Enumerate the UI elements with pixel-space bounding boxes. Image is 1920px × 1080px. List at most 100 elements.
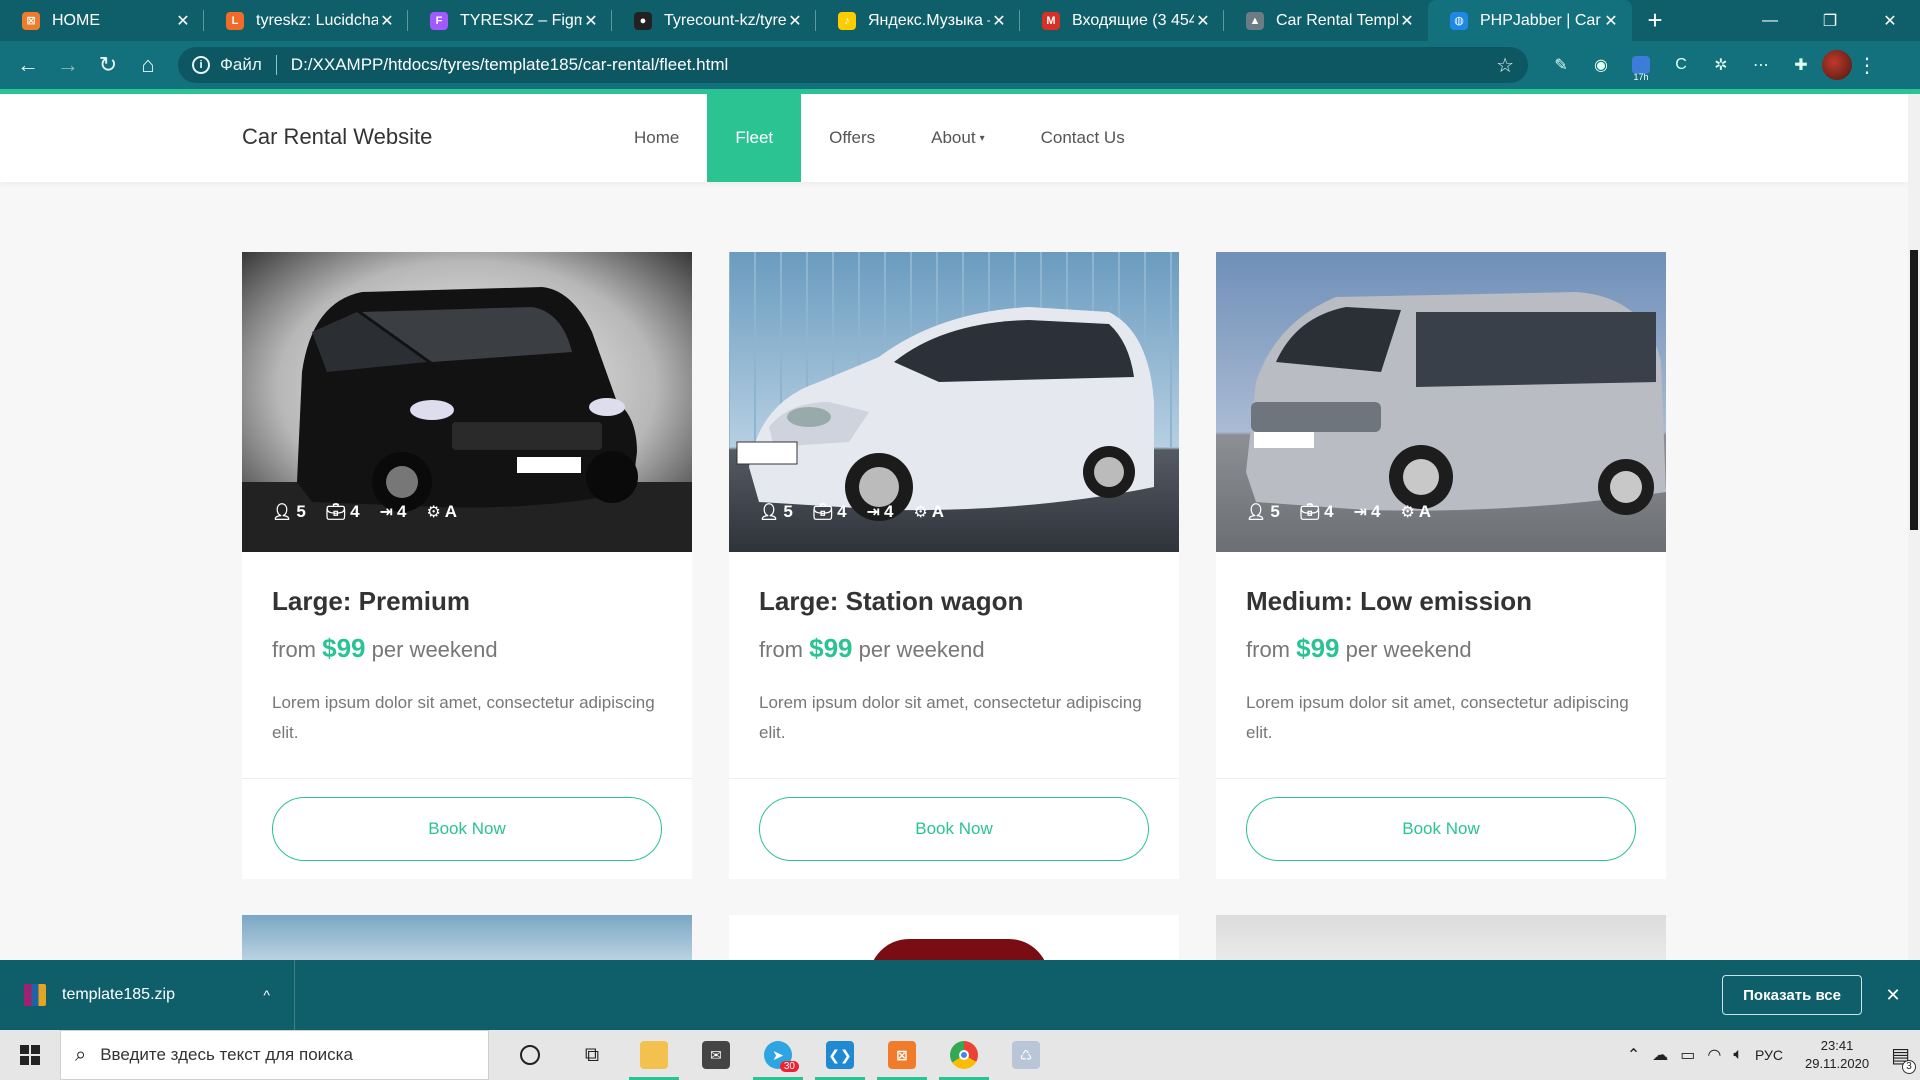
restore-button[interactable]: ❐ [1800,0,1860,41]
spark-icon[interactable]: ✲ [1706,50,1736,80]
task-view-icon[interactable]: ⧉ [561,1030,623,1080]
tab-list: ⊠ HOME ✕ Ltyreskz: Lucidchart ✕ F TYRESKZ – Fi… [0,0,1632,41]
close-tab-icon[interactable]: ✕ [174,11,192,31]
gear-icon: ⚙ [913,504,928,521]
close-tab-icon[interactable]: ✕ [582,11,600,31]
address-url[interactable]: D:/XXAMPP/htdocs/tyres/template185/car-r… [291,55,1496,75]
puzzle-icon[interactable]: ✚ [1786,50,1816,80]
car-card-body: Medium: Low emission from $99 per weekend… [1216,552,1666,778]
file-explorer-icon[interactable] [623,1030,685,1080]
cloud-icon[interactable]: ☁ [1652,1045,1668,1065]
car-name[interactable]: Medium: Low emission [1246,586,1636,617]
nav-offers[interactable]: Offers [801,94,903,182]
address-bar[interactable]: i Файл D:/XXAMPP/htdocs/tyres/template18… [178,47,1528,83]
browser-tab[interactable]: ⊠ HOME ✕ [0,0,204,41]
chevron-up-icon[interactable]: ^ [263,987,270,1003]
clock[interactable]: 23:41 29.11.2020 [1805,1037,1869,1073]
car-description: Lorem ipsum dolor sit amet, consectetur … [1246,693,1629,742]
close-tab-icon[interactable]: ✕ [1398,11,1416,31]
address-scheme: Файл [220,55,262,74]
webpage: Car Rental Website Home Fleet Offers Abo… [0,94,1908,960]
gear-icon: ⚙ [426,504,441,521]
c-icon[interactable]: C [1666,50,1696,80]
chevron-up-icon[interactable]: ⌃ [1627,1045,1640,1065]
home-button[interactable]: ⌂ [128,45,168,85]
bags-count: 4 [1324,502,1334,521]
notification-center-icon[interactable]: ▤ 3 [1891,1043,1916,1074]
browser-tab[interactable]: Ltyreskz: Lucidchart ✕ [204,0,408,41]
user-icon: 👤︎ [759,504,780,521]
notification-count: 3 [1902,1059,1916,1074]
show-all-downloads-button[interactable]: Показать все [1722,975,1862,1015]
browser-tab[interactable]: F TYRESKZ – Figma✕ [408,0,612,41]
car-card-footer: Book Now [1216,778,1666,879]
reload-button[interactable]: ↻ [88,45,128,85]
browser-tab[interactable]: M Входящие (3 454) ✕ [1020,0,1224,41]
calendar-icon[interactable]: 17h [1626,50,1656,82]
nav-fleet-label: Fleet [735,128,774,147]
car-card-body: Large: Station wagon from $99 per weekend… [729,552,1179,778]
telegram-icon[interactable]: ➤ 30 [747,1030,809,1080]
nav-contact[interactable]: Contact Us [1013,94,1153,182]
fleet-grid-next-row [242,915,1666,960]
car-price-line: from $99 per weekend [1246,633,1636,664]
close-tab-icon[interactable]: ✕ [1602,11,1620,31]
browser-tab[interactable]: ▲ Car Rental Templat✕ [1224,0,1428,41]
info-icon[interactable]: i [192,56,210,74]
github-icon: ● [634,11,652,30]
record-icon[interactable]: ◉ [1586,50,1616,80]
nav-home[interactable]: Home [606,94,707,182]
recycle-icon[interactable]: ♺ [995,1030,1057,1080]
nav-about[interactable]: About ▾ [903,94,1012,182]
forward-button[interactable]: → [48,45,88,85]
profile-avatar[interactable] [1822,50,1852,80]
browser-menu-button[interactable]: ⋮ [1852,53,1882,78]
price-suffix: per weekend [1345,637,1472,662]
browser-tab[interactable]: ◍ PHPJabber | Car Re✕ [1428,0,1632,41]
language-indicator[interactable]: РУС [1755,1047,1783,1063]
download-item[interactable]: template185.zip ^ [0,960,295,1030]
taskbar-search[interactable]: ⌕ Введите здесь текст для поиска [60,1030,489,1080]
close-tab-icon[interactable]: ✕ [1194,11,1212,31]
close-tab-icon[interactable]: ✕ [378,11,396,31]
dots-icon[interactable]: ⋯ [1746,50,1776,80]
vscode-icon[interactable]: ❮❯ [809,1030,871,1080]
book-now-button[interactable]: Book Now [1246,797,1636,861]
gear-icon: ⚙ [1400,504,1415,521]
wifi-icon[interactable]: ◠ [1707,1045,1721,1065]
car-price-line: from $99 per weekend [759,633,1149,664]
back-button[interactable]: ← [8,45,48,85]
nav-fleet[interactable]: Fleet [707,94,802,182]
bookmark-star-icon[interactable]: ☆ [1496,53,1514,78]
new-tab-button[interactable]: + [1632,0,1678,41]
globe-icon: ◍ [1450,11,1468,30]
volume-icon[interactable]: 🔈︎ [1733,1046,1743,1064]
book-now-button[interactable]: Book Now [759,797,1149,861]
car-photo: 👤︎ 5 💼︎ 4 ⇥ 4 ⚙ A [1216,252,1666,552]
car-name[interactable]: Large: Station wagon [759,586,1149,617]
door-icon: ⇥ [379,504,393,521]
pen-icon[interactable]: ✎ [1546,50,1576,80]
browser-tab[interactable]: ● Tyrecount-kz/tyres ✕ [612,0,816,41]
close-window-button[interactable]: ✕ [1860,0,1920,41]
close-download-bar-button[interactable]: ✕ [1878,985,1908,1006]
close-tab-icon[interactable]: ✕ [786,11,804,31]
mail-icon[interactable]: ✉ [685,1030,747,1080]
cortana-icon[interactable] [499,1030,561,1080]
battery-icon[interactable]: ▭ [1680,1045,1695,1065]
user-icon: 👤︎ [1246,504,1267,521]
minimize-button[interactable]: — [1740,0,1800,41]
car-name[interactable]: Large: Premium [272,586,662,617]
scrollbar-thumb[interactable] [1910,250,1918,530]
book-now-button[interactable]: Book Now [272,797,662,861]
xampp-icon[interactable]: ⊠ [871,1030,933,1080]
close-tab-icon[interactable]: ✕ [990,11,1008,31]
browser-tab[interactable]: ♪ Яндекс.Музыка — ✕ [816,0,1020,41]
site-brand[interactable]: Car Rental Website [242,124,432,150]
start-button[interactable] [0,1030,60,1080]
chrome-icon[interactable] [933,1030,995,1080]
car-card-body: Large: Premium from $99 per weekend Lorem … [242,552,692,778]
page-scrollbar[interactable] [1908,94,1920,960]
nav-home-label: Home [634,128,680,147]
doors-spec: ⇥ 4 [867,502,894,522]
